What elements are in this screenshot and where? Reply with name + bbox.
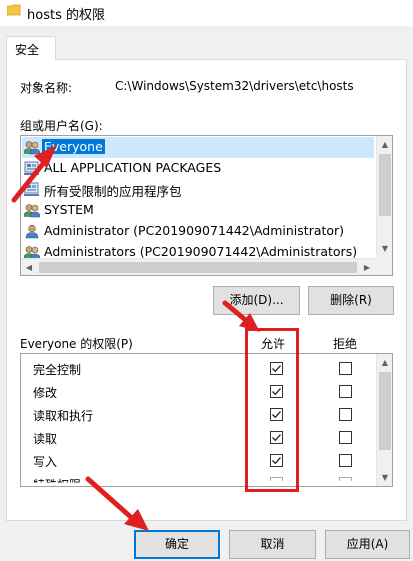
hscroll-thumb[interactable] bbox=[39, 262, 357, 273]
permissions-list[interactable]: 完全控制修改读取和执行读取写入特殊权限 ▲ ▼ bbox=[20, 353, 393, 487]
permission-name: 完全控制 bbox=[33, 363, 82, 377]
group-list-item[interactable]: Administrator (PC201909071442\Administra… bbox=[22, 221, 374, 242]
permission-deny-checkbox[interactable] bbox=[339, 431, 352, 444]
remove-button[interactable]: 删除(R) bbox=[308, 286, 394, 315]
permission-deny-checkbox[interactable] bbox=[339, 408, 352, 421]
scroll-corner bbox=[376, 258, 392, 275]
scroll-left-arrow[interactable]: ◀ bbox=[21, 259, 37, 275]
window-title: hosts 的权限 bbox=[27, 8, 105, 23]
permission-deny-checkbox[interactable] bbox=[339, 385, 352, 398]
permission-name: 修改 bbox=[33, 386, 58, 400]
group-user-list[interactable]: Everyone ALL APPLICATION PACKAGES 所有受限制的应用… bbox=[20, 135, 393, 276]
group-list-vscroll[interactable]: ▲ ▼ bbox=[376, 136, 392, 258]
users-icon bbox=[23, 203, 41, 218]
permission-deny-checkbox[interactable] bbox=[339, 454, 352, 467]
group-list-item-label: SYSTEM bbox=[44, 202, 94, 217]
add-button[interactable]: 添加(D)... bbox=[213, 286, 300, 315]
title-bar: hosts 的权限 bbox=[0, 0, 413, 26]
group-list-item-label: 所有受限制的应用程序包 bbox=[44, 184, 182, 199]
permission-name: 读取和执行 bbox=[33, 409, 94, 423]
permission-name: 特殊权限 bbox=[33, 478, 82, 487]
tab-security[interactable]: 安全 bbox=[6, 36, 56, 60]
permissions-vscroll[interactable]: ▲ ▼ bbox=[376, 354, 392, 486]
scroll-down-arrow[interactable]: ▼ bbox=[377, 240, 392, 257]
apply-button[interactable]: 应用(A) bbox=[325, 530, 410, 559]
annotation-highlight-box bbox=[245, 328, 299, 492]
group-list-item-label: ALL APPLICATION PACKAGES bbox=[44, 160, 222, 175]
group-list-item-label: Everyone bbox=[42, 139, 105, 154]
folder-icon bbox=[7, 4, 21, 16]
group-list-item-label: Administrators (PC201909071442\Administr… bbox=[44, 244, 358, 259]
tab-security-label: 安全 bbox=[15, 43, 40, 57]
app-packages-icon bbox=[24, 182, 40, 197]
group-list-item[interactable]: Everyone bbox=[22, 137, 374, 158]
group-list-item-label: Administrator (PC201909071442\Administra… bbox=[44, 223, 345, 238]
ok-button[interactable]: 确定 bbox=[134, 530, 220, 559]
perm-scroll-up-arrow[interactable]: ▲ bbox=[377, 354, 392, 371]
app-packages-icon bbox=[24, 161, 40, 176]
scroll-right-arrow[interactable]: ▶ bbox=[359, 259, 375, 275]
user-icon bbox=[24, 224, 40, 239]
object-name-value: C:\Windows\System32\drivers\etc\hosts bbox=[115, 79, 354, 93]
scroll-thumb[interactable] bbox=[379, 154, 391, 216]
permission-name: 写入 bbox=[33, 455, 58, 469]
users-icon bbox=[23, 140, 41, 155]
permission-name: 读取 bbox=[33, 432, 58, 446]
group-list-item[interactable]: 所有受限制的应用程序包 bbox=[22, 179, 374, 200]
permissions-label: Everyone 的权限(P) bbox=[20, 337, 133, 351]
permission-deny-checkbox[interactable] bbox=[339, 477, 352, 481]
group-list-item[interactable]: ALL APPLICATION PACKAGES bbox=[22, 158, 374, 179]
group-list-hscroll[interactable]: ◀ ▶ bbox=[21, 258, 376, 275]
permission-deny-checkbox[interactable] bbox=[339, 362, 352, 375]
deny-header: 拒绝 bbox=[333, 337, 358, 351]
object-name-label: 对象名称: bbox=[20, 81, 73, 95]
group-list-item[interactable]: SYSTEM bbox=[22, 200, 374, 221]
groups-label: 组或用户名(G): bbox=[20, 119, 103, 133]
perm-scroll-down-arrow[interactable]: ▼ bbox=[377, 469, 392, 486]
scroll-up-arrow[interactable]: ▲ bbox=[377, 136, 392, 153]
cancel-button[interactable]: 取消 bbox=[229, 530, 316, 559]
perm-scroll-thumb[interactable] bbox=[379, 372, 391, 450]
